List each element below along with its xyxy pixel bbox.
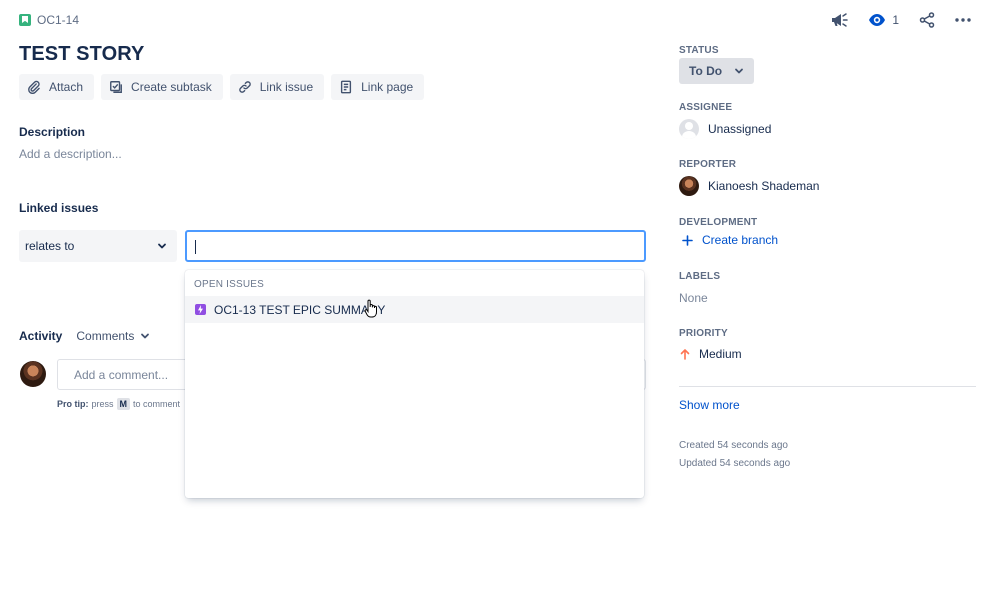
issue-search-input[interactable] [185,230,646,262]
attach-label: Attach [49,80,83,94]
subtask-icon [109,80,123,94]
labels-label: LABELS [679,271,720,282]
page-icon [339,80,353,94]
dropdown-group-label: OPEN ISSUES [194,279,264,290]
linked-issues-heading: Linked issues [19,201,98,215]
create-subtask-label: Create subtask [131,80,212,94]
paperclip-icon [27,80,41,94]
reporter-field[interactable]: Kianoesh Shademan [679,176,819,196]
link-type-value: relates to [25,239,74,253]
status-dropdown-button[interactable]: To Do [679,58,754,84]
attach-button[interactable]: Attach [19,74,94,100]
epic-icon [195,304,206,315]
pro-tip-key: M [117,398,131,410]
text-caret [195,240,196,254]
link-page-label: Link page [361,80,413,94]
create-branch-link[interactable]: Create branch [682,233,778,247]
share-icon[interactable] [919,12,935,28]
description-heading: Description [19,125,85,139]
created-timestamp: Created 54 seconds ago [679,440,788,451]
description-field[interactable]: Add a description... [19,147,122,161]
comment-placeholder: Add a comment... [74,368,168,382]
link-issue-label: Link issue [260,80,313,94]
chevron-down-icon [140,331,150,341]
action-toolbar: Attach Create subtask Link issue Link pa… [19,74,424,100]
feedback-megaphone-icon[interactable] [830,12,848,28]
link-page-button[interactable]: Link page [331,74,424,100]
issue-search-dropdown: OPEN ISSUES OC1-13 TEST EPIC SUMMARY [185,270,644,498]
pro-tip-press: press [92,399,114,409]
pro-tip-prefix: Pro tip: [57,399,89,409]
hand-cursor-icon [364,299,378,318]
status-label: STATUS [679,45,719,56]
priority-medium-arrow-icon [679,348,691,360]
eye-icon [868,13,886,27]
reporter-avatar [679,176,699,196]
story-icon [19,14,31,26]
pro-tip: Pro tip: press M to comment [57,398,180,410]
chevron-down-icon [734,66,744,76]
issue-header-actions: 1 [830,12,971,28]
activity-header: Activity Comments [19,329,150,343]
create-branch-label: Create branch [702,233,778,247]
issue-title[interactable]: TEST STORY [19,43,144,66]
plus-icon [682,235,693,246]
activity-filter-value: Comments [76,329,134,343]
dropdown-option-label: OC1-13 TEST EPIC SUMMARY [214,303,385,317]
watch-count: 1 [892,13,899,27]
dropdown-option-oc1-13[interactable]: OC1-13 TEST EPIC SUMMARY [185,296,644,323]
development-label: DEVELOPMENT [679,217,757,228]
link-icon [238,80,252,94]
more-actions-icon[interactable] [955,18,971,22]
reporter-label: REPORTER [679,159,736,170]
show-more-link[interactable]: Show more [679,398,740,412]
activity-filter-select[interactable]: Comments [76,329,150,343]
fields-divider [679,386,976,387]
assignee-value: Unassigned [708,122,771,136]
labels-value[interactable]: None [679,291,708,305]
activity-heading: Activity [19,329,62,343]
status-value: To Do [689,64,722,78]
chevron-down-icon [157,241,167,251]
current-user-avatar [20,361,46,387]
watch-button[interactable]: 1 [868,13,899,27]
issue-key[interactable]: OC1-14 [37,13,79,27]
priority-value: Medium [699,347,742,361]
pro-tip-suffix: to comment [133,399,180,409]
link-issue-button[interactable]: Link issue [230,74,324,100]
assignee-label: ASSIGNEE [679,102,732,113]
assignee-field[interactable]: Unassigned [679,119,771,139]
create-subtask-button[interactable]: Create subtask [101,74,223,100]
reporter-value: Kianoesh Shademan [708,179,819,193]
link-type-select[interactable]: relates to [19,230,177,262]
updated-timestamp: Updated 54 seconds ago [679,458,790,469]
priority-field[interactable]: Medium [679,347,742,361]
unassigned-avatar [679,119,699,139]
issue-key-breadcrumb[interactable]: OC1-14 [19,13,79,27]
priority-label: PRIORITY [679,328,728,339]
